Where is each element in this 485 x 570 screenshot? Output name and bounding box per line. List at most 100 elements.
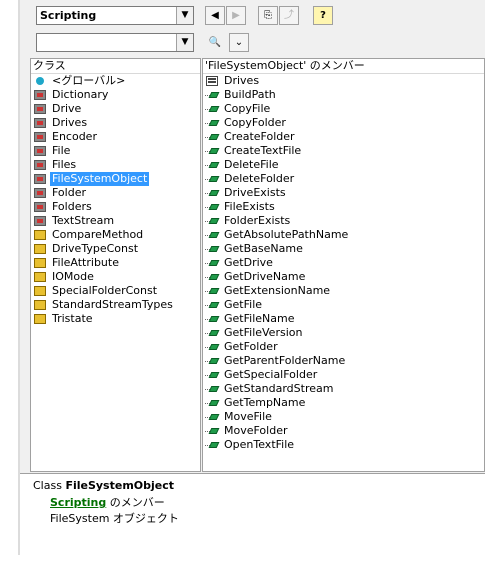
method-icon: [205, 356, 219, 366]
member-list-item[interactable]: MoveFile: [203, 410, 484, 424]
classes-pane[interactable]: クラス <グローバル> Dictionary Drive Drives Encoder F…: [30, 58, 201, 472]
member-list-item-label: CopyFolder: [224, 116, 286, 129]
method-icon: [205, 328, 219, 338]
member-list-item[interactable]: GetFolder: [203, 340, 484, 354]
library-combo-value: Scripting: [40, 9, 97, 22]
member-list-item[interactable]: FileExists: [203, 200, 484, 214]
globe-icon: [36, 77, 44, 85]
search-button[interactable]: 🔍: [205, 33, 225, 52]
view-definition-button[interactable]: ⤴: [279, 6, 299, 25]
chevron-down-icon[interactable]: ▼: [176, 34, 193, 51]
member-list-item[interactable]: Drives: [203, 74, 484, 88]
view-definition-icon: ⤴: [284, 10, 294, 21]
method-icon: [205, 342, 219, 352]
member-list-item-label: GetFolder: [224, 340, 278, 353]
member-list-item[interactable]: BuildPath: [203, 88, 484, 102]
member-list-item[interactable]: CreateFolder: [203, 130, 484, 144]
copy-button[interactable]: ⎘: [258, 6, 278, 25]
member-list-item-label: GetParentFolderName: [224, 354, 346, 367]
member-list-item[interactable]: GetTempName: [203, 396, 484, 410]
class-list-item[interactable]: SpecialFolderConst: [31, 284, 200, 298]
member-list-item[interactable]: GetSpecialFolder: [203, 368, 484, 382]
member-list-item-label: CreateTextFile: [224, 144, 302, 157]
enum-icon: [34, 286, 46, 296]
class-list-item[interactable]: StandardStreamTypes: [31, 298, 200, 312]
class-list-item-label: Folder: [52, 186, 86, 199]
member-list-item[interactable]: DriveExists: [203, 186, 484, 200]
back-button[interactable]: ◀: [205, 6, 225, 25]
class-list-item[interactable]: FileSystemObject: [31, 172, 200, 186]
member-list-item[interactable]: OpenTextFile: [203, 438, 484, 452]
classes-list: <グローバル> Dictionary Drive Drives Encoder File F…: [31, 74, 200, 326]
class-list-item-label: SpecialFolderConst: [52, 284, 158, 297]
member-list-item-label: DriveExists: [224, 186, 286, 199]
member-list-item[interactable]: GetExtensionName: [203, 284, 484, 298]
details-kind: Class: [33, 479, 62, 492]
chevron-down-icon[interactable]: ▼: [176, 7, 193, 24]
details-member-of: Scripting のメンバー: [50, 494, 165, 510]
class-list-item[interactable]: File: [31, 144, 200, 158]
enum-icon: [34, 300, 46, 310]
member-list-item[interactable]: GetParentFolderName: [203, 354, 484, 368]
member-list-item-label: GetFileVersion: [224, 326, 303, 339]
help-button[interactable]: ?: [313, 6, 333, 25]
member-list-item[interactable]: CreateTextFile: [203, 144, 484, 158]
class-list-item-label: IOMode: [52, 270, 94, 283]
member-list-item[interactable]: MoveFolder: [203, 424, 484, 438]
class-list-item[interactable]: <グローバル>: [31, 74, 200, 88]
search-combo[interactable]: ▼: [36, 33, 194, 52]
method-icon: [205, 216, 219, 226]
member-list-item[interactable]: DeleteFile: [203, 158, 484, 172]
member-list-item[interactable]: DeleteFolder: [203, 172, 484, 186]
method-icon: [205, 202, 219, 212]
toggle-search-results-button[interactable]: ⌄: [229, 33, 249, 52]
class-list-item[interactable]: Drives: [31, 116, 200, 130]
member-list-item[interactable]: GetDrive: [203, 256, 484, 270]
library-combo[interactable]: Scripting ▼: [36, 6, 194, 25]
class-list-item[interactable]: IOMode: [31, 270, 200, 284]
member-list-item-label: Drives: [224, 74, 260, 87]
library-link[interactable]: Scripting: [50, 496, 106, 509]
member-list-item-label: GetAbsolutePathName: [224, 228, 349, 241]
member-list-item-label: CreateFolder: [224, 130, 295, 143]
member-list-item-label: GetExtensionName: [224, 284, 331, 297]
member-list-item[interactable]: GetStandardStream: [203, 382, 484, 396]
member-list-item[interactable]: GetFileVersion: [203, 326, 484, 340]
class-list-item[interactable]: TextStream: [31, 214, 200, 228]
member-list-item[interactable]: GetFile: [203, 298, 484, 312]
enum-icon: [34, 314, 46, 324]
member-list-item[interactable]: CopyFolder: [203, 116, 484, 130]
enum-icon: [34, 272, 46, 282]
class-list-item[interactable]: Encoder: [31, 130, 200, 144]
details-pane: Class FileSystemObject Scripting のメンバー F…: [20, 473, 485, 556]
method-icon: [205, 104, 219, 114]
class-list-item[interactable]: Folder: [31, 186, 200, 200]
forward-button[interactable]: ▶: [226, 6, 246, 25]
class-list-item[interactable]: DriveTypeConst: [31, 242, 200, 256]
binoculars-icon: 🔍: [208, 37, 222, 48]
member-list-item[interactable]: CopyFile: [203, 102, 484, 116]
members-pane[interactable]: 'FileSystemObject' のメンバー Drives BuildPath…: [202, 58, 485, 472]
class-list-item-label: Folders: [52, 200, 92, 213]
member-list-item[interactable]: GetDriveName: [203, 270, 484, 284]
members-list: Drives BuildPath CopyFile CopyFolder CreateF…: [203, 74, 484, 452]
class-list-item[interactable]: Dictionary: [31, 88, 200, 102]
member-list-item[interactable]: GetBaseName: [203, 242, 484, 256]
method-icon: [205, 314, 219, 324]
member-list-item[interactable]: GetAbsolutePathName: [203, 228, 484, 242]
class-icon: [34, 104, 46, 114]
member-list-item-label: MoveFolder: [224, 424, 288, 437]
class-list-item[interactable]: Tristate: [31, 312, 200, 326]
member-list-item-label: GetTempName: [224, 396, 306, 409]
class-list-item[interactable]: Files: [31, 158, 200, 172]
class-list-item[interactable]: FileAttribute: [31, 256, 200, 270]
member-list-item[interactable]: GetFileName: [203, 312, 484, 326]
class-list-item-label: FileSystemObject: [50, 172, 150, 186]
member-list-item-label: MoveFile: [224, 410, 272, 423]
method-icon: [205, 398, 219, 408]
class-list-item[interactable]: Drive: [31, 102, 200, 116]
class-list-item[interactable]: CompareMethod: [31, 228, 200, 242]
method-icon: [205, 370, 219, 380]
member-list-item[interactable]: FolderExists: [203, 214, 484, 228]
class-list-item[interactable]: Folders: [31, 200, 200, 214]
